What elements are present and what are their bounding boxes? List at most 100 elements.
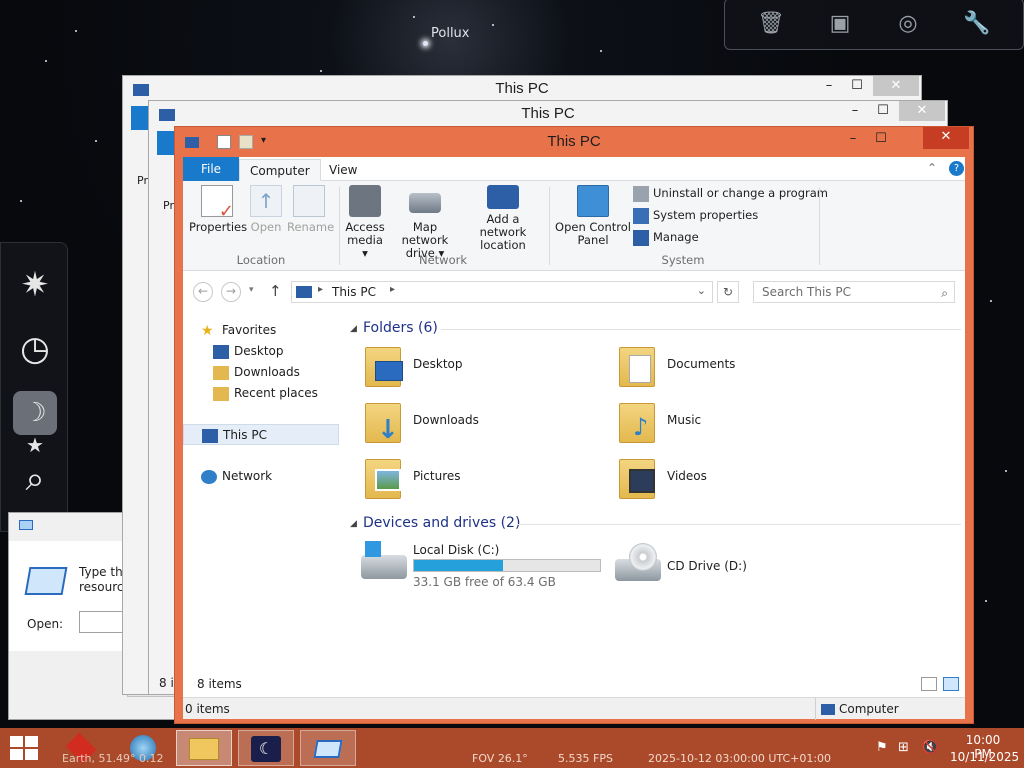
start-button[interactable] — [10, 736, 38, 760]
star — [1005, 470, 1007, 472]
trash-icon[interactable]: 🗑 — [757, 11, 785, 37]
network-tray-icon[interactable]: ⊞ — [898, 740, 909, 768]
breadcrumb-chevron-icon[interactable]: ▸ — [390, 284, 395, 295]
nav-this-pc[interactable]: This PC — [183, 424, 339, 445]
clock-date[interactable]: 10/11/2025 — [950, 750, 1019, 768]
breadcrumb-this-pc[interactable]: This PC — [332, 285, 376, 299]
minimize-button[interactable]: – — [815, 76, 843, 96]
clock-icon[interactable]: ◷ — [13, 327, 57, 371]
large-icons-view-icon[interactable] — [943, 677, 959, 691]
windows-logo-pane — [25, 736, 38, 747]
ribbon-fragment: Pr — [137, 174, 148, 187]
help-icon[interactable]: ? — [949, 161, 964, 176]
nav-downloads[interactable]: Downloads — [213, 362, 300, 383]
location-info: Earth, 51.49° 0.12 — [62, 752, 163, 768]
back-button[interactable]: ← — [193, 282, 213, 302]
star — [95, 140, 97, 142]
map-drive-label: Map network — [401, 220, 449, 247]
address-dropdown-icon[interactable]: ⌄ — [697, 284, 706, 297]
up-button[interactable]: ↑ — [269, 282, 282, 300]
run-icon — [313, 740, 343, 758]
drive-cd[interactable]: CD Drive (D:) — [615, 541, 815, 593]
folder-desktop-label: Desktop — [413, 357, 463, 371]
tab-view[interactable]: View — [319, 159, 367, 181]
uninstall-program-button[interactable]: Uninstall or change a program — [633, 183, 828, 203]
target-icon[interactable]: ◎ — [895, 11, 921, 37]
nav-desktop[interactable]: Desktop — [213, 341, 284, 362]
map-network-drive-button[interactable]: Map network drive ▾ — [389, 185, 461, 260]
details-view-icon[interactable] — [921, 677, 937, 691]
star-icon: ★ — [201, 322, 214, 339]
folders-header[interactable]: Folders (6) — [363, 320, 438, 336]
new-folder-qat-icon[interactable] — [239, 135, 253, 149]
properties-button[interactable]: ✓ Properties — [189, 185, 247, 234]
star — [75, 30, 77, 32]
folder-videos[interactable]: Videos — [615, 455, 815, 505]
network-location-icon — [487, 185, 519, 209]
manage-button[interactable]: Manage — [633, 227, 699, 247]
maximize-button[interactable]: ☐ — [843, 76, 871, 96]
qat-dropdown-icon[interactable]: ▾ — [261, 135, 266, 146]
ribbon-collapse-icon[interactable]: ⌃ — [927, 161, 937, 175]
access-media-button[interactable]: Access media ▾ — [343, 185, 387, 260]
system-properties-button[interactable]: System properties — [633, 205, 758, 225]
top-toolbar: 🗑 ▣ ◎ 🔧 — [724, 0, 1024, 50]
sun-icon[interactable]: ✷ — [13, 263, 57, 307]
open-button[interactable]: ↑ Open — [249, 185, 283, 234]
search-sky-icon[interactable]: ⌕ — [13, 457, 57, 501]
folder-music[interactable]: ♪ Music — [615, 399, 815, 449]
flag-icon[interactable]: ⚑ — [876, 740, 888, 768]
recent-locations-icon[interactable]: ▾ — [249, 285, 254, 295]
status-items: 8 items — [197, 677, 242, 691]
address-bar[interactable]: ▸ This PC ▸ ⌄ — [291, 281, 713, 303]
minimize-button[interactable]: – — [839, 129, 867, 149]
wrench-icon[interactable]: 🔧 — [963, 11, 990, 37]
ribbon-separator — [819, 187, 820, 265]
taskbar: ☾ Earth, 51.49° 0.12 FOV 26.1° 5.535 FPS… — [0, 728, 1024, 768]
taskbar-file-explorer[interactable] — [176, 730, 232, 766]
screen-icon[interactable]: ▣ — [827, 11, 853, 37]
nav-favorites[interactable]: ★ Favorites — [201, 320, 276, 341]
folder-desktop[interactable]: Desktop — [361, 343, 561, 393]
folder-documents[interactable]: Documents — [615, 343, 815, 393]
rename-label: Rename — [287, 220, 335, 234]
add-network-location-button[interactable]: Add a network location — [463, 185, 543, 252]
folder-pictures[interactable]: Pictures — [361, 455, 561, 505]
nav-network[interactable]: Network — [201, 466, 272, 487]
folder-downloads[interactable]: ↓ Downloads — [361, 399, 561, 449]
maximize-button[interactable]: ☐ — [869, 101, 897, 121]
tab-computer[interactable]: Computer — [239, 159, 321, 181]
collapse-icon[interactable]: ◢ — [350, 519, 357, 529]
properties-qat-icon[interactable] — [217, 135, 231, 149]
minimize-button[interactable]: – — [841, 101, 869, 121]
refresh-button[interactable]: ↻ — [717, 281, 739, 303]
collapse-icon[interactable]: ◢ — [350, 324, 357, 334]
maximize-button[interactable]: ☐ — [867, 129, 895, 149]
taskbar-run[interactable] — [300, 730, 356, 766]
breadcrumb-chevron-icon[interactable]: ▸ — [318, 284, 323, 295]
window-title: This PC — [521, 105, 575, 122]
drive-local-disk[interactable]: Local Disk (C:) 33.1 GB free of 63.4 GB — [361, 541, 607, 593]
close-button[interactable]: ✕ — [923, 127, 969, 149]
nav-this-pc-label: This PC — [223, 428, 267, 442]
volume-muted-icon[interactable]: 🔇 — [922, 740, 938, 768]
bottom-location: Computer — [839, 702, 899, 716]
open-control-panel-button[interactable]: Open Control Panel — [553, 185, 633, 247]
star — [320, 70, 322, 72]
taskbar-stellarium[interactable]: ☾ — [238, 730, 294, 766]
forward-button[interactable]: → — [221, 282, 241, 302]
star-pollux[interactable] — [423, 41, 428, 46]
recent-places-icon — [213, 386, 229, 401]
folder-icon — [189, 738, 219, 760]
ribbon-computer: ✓ Properties ↑ Open Rename Location Acce… — [183, 181, 965, 271]
close-button[interactable]: ✕ — [873, 76, 919, 96]
tab-file[interactable]: File — [183, 157, 239, 181]
nav-recent-label: Recent places — [234, 386, 318, 400]
nav-recent-places[interactable]: Recent places — [213, 383, 318, 404]
folder-pictures-icon — [361, 455, 405, 501]
rename-button[interactable]: Rename — [287, 185, 335, 234]
search-input[interactable]: Search This PC ⌕ — [753, 281, 955, 303]
devices-header[interactable]: Devices and drives (2) — [363, 515, 520, 531]
close-button[interactable]: ✕ — [899, 101, 945, 121]
search-placeholder: Search This PC — [762, 285, 851, 299]
